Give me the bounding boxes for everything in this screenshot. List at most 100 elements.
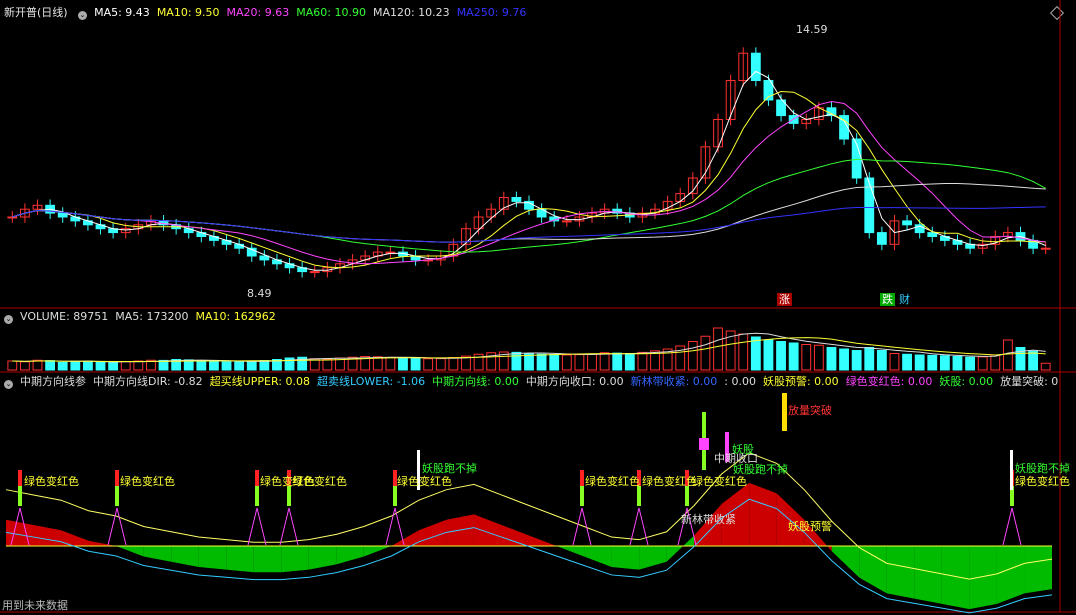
- volume-bar: [45, 360, 56, 371]
- volume-bar: [599, 352, 610, 371]
- candle-body: [57, 212, 68, 218]
- volume-bar: [70, 360, 81, 371]
- signal-green-red-6: 绿色变红色: [585, 475, 640, 488]
- candle-body: [7, 216, 18, 219]
- volume-bar: [763, 339, 774, 371]
- dir-area: [749, 482, 777, 546]
- signal-yao-gu-pao-3: 妖股跑不掉: [1015, 462, 1070, 475]
- volume-bar: [221, 361, 232, 371]
- volume-bar: [259, 360, 270, 371]
- volume-bar: [612, 352, 623, 371]
- candle-body: [309, 271, 320, 274]
- signal-bar-green: [580, 486, 584, 506]
- volume-bar: [687, 341, 698, 371]
- volume-bar: [1040, 362, 1051, 371]
- volume-bar: [83, 360, 93, 371]
- dir-area: [529, 535, 557, 546]
- dir-area: [336, 546, 364, 565]
- volume-bar: [738, 333, 749, 371]
- volume-bar: [234, 361, 245, 371]
- high-label: 14.59: [796, 23, 828, 36]
- volume-bar: [196, 360, 207, 371]
- candle-body: [864, 177, 875, 234]
- dir-area: [886, 546, 915, 599]
- volume-bar: [435, 358, 446, 371]
- volume-bar: [108, 362, 119, 371]
- volume-bar: [561, 354, 572, 371]
- volume-bar: [927, 354, 938, 371]
- dir-area: [171, 546, 199, 568]
- candle-body: [259, 255, 270, 261]
- dir-area: [308, 546, 337, 570]
- signal-triangle: [572, 507, 592, 546]
- dir-area: [226, 546, 254, 573]
- dir-area: [639, 546, 667, 570]
- tag-fin: 财: [899, 293, 910, 306]
- signal-yao-gu-pao-2: 妖股跑不掉: [733, 463, 788, 476]
- dir-area: [88, 540, 117, 546]
- volume-bar: [19, 361, 30, 371]
- candle-body: [902, 220, 912, 226]
- signal-bar-green: [637, 486, 641, 506]
- dir-area: [33, 524, 62, 546]
- low-label: 8.49: [247, 287, 272, 300]
- volume-bar: [876, 350, 887, 371]
- tag-down: 跌: [880, 293, 895, 306]
- volume-bar: [624, 353, 635, 371]
- dir-area: [941, 546, 970, 610]
- volume-bar: [322, 358, 333, 371]
- volume-bar: [700, 335, 711, 371]
- signal-bar-green: [115, 486, 119, 506]
- volume-bar: [1002, 339, 1013, 371]
- volume-bar: [511, 351, 522, 371]
- volume-bar: [952, 356, 963, 371]
- volume-bar: [750, 336, 761, 371]
- signal-triangle: [107, 507, 127, 546]
- volume-bar: [977, 356, 988, 371]
- signal-bar-green: [685, 486, 689, 506]
- volume-bar: [813, 344, 824, 371]
- volume-bar: [209, 360, 219, 371]
- dir-area: [473, 514, 502, 546]
- dir-area: [556, 546, 585, 557]
- signal-bar-green: [18, 486, 22, 506]
- volume-bar: [801, 344, 812, 371]
- dir-area: [281, 546, 309, 573]
- candle-body: [561, 220, 572, 223]
- volume-bar: [574, 354, 585, 371]
- dir-area: [969, 546, 997, 610]
- signal-green-red-9: 绿色变红色: [1015, 475, 1070, 488]
- dir-area: [198, 546, 227, 570]
- volume-bar: [423, 358, 434, 371]
- signal-yao-gu-yu-jing: 妖股预警: [788, 520, 832, 533]
- signal-green-red-5: 绿色变红色: [397, 475, 452, 488]
- chart-canvas[interactable]: [0, 0, 1076, 615]
- ma-line-0: [12, 70, 1046, 271]
- volume-bar: [95, 361, 106, 371]
- candle-body: [876, 232, 887, 245]
- dir-area: [914, 546, 942, 604]
- volume-bar: [637, 351, 648, 371]
- candle-body: [234, 243, 245, 249]
- volume-bar: [246, 360, 257, 371]
- signal-fang-liang: 放量突破: [788, 404, 832, 417]
- signal-green-red-2: 绿色变红色: [120, 475, 175, 488]
- volume-bar: [990, 354, 1001, 371]
- volume-bar: [385, 356, 396, 371]
- signal-bar-green: [287, 486, 291, 506]
- signal-triangle: [279, 507, 299, 546]
- signal-green-red-1: 绿色变红色: [24, 475, 79, 488]
- volume-bar: [902, 353, 912, 371]
- volume-bar: [889, 353, 900, 371]
- volume-bar: [826, 347, 837, 371]
- ma-line-1: [12, 91, 1046, 269]
- volume-bar: [549, 354, 560, 371]
- volume-bar: [32, 359, 43, 371]
- signal-green-red-4: 绿色变红色: [292, 475, 347, 488]
- candle-body: [511, 197, 522, 202]
- candle-body: [1040, 247, 1051, 250]
- dir-area: [363, 546, 392, 557]
- tag-up: 涨: [777, 293, 792, 306]
- volume-bar: [851, 350, 862, 371]
- volume-bar: [410, 357, 421, 371]
